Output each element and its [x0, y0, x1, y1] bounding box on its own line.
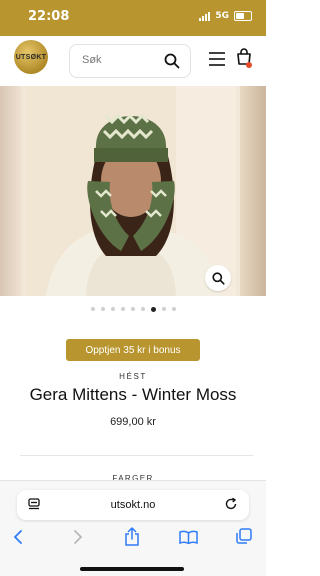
- gallery-dot[interactable]: [171, 307, 176, 311]
- brand-logo[interactable]: UTSØKT: [14, 40, 48, 74]
- gallery-dot[interactable]: [140, 307, 145, 311]
- zoom-icon: [211, 271, 225, 285]
- bookmarks-icon[interactable]: [179, 530, 198, 544]
- logo-text: UTSØKT: [15, 53, 47, 61]
- browser-nav: [0, 525, 266, 553]
- gallery-next-slide[interactable]: [240, 86, 266, 296]
- menu-icon[interactable]: [208, 52, 226, 66]
- reload-icon[interactable]: [224, 497, 238, 511]
- product-brand[interactable]: HÉST: [0, 372, 266, 381]
- gallery-prev-slide[interactable]: [0, 86, 22, 296]
- product-title: Gera Mittens - Winter Moss: [29, 385, 237, 404]
- home-indicator: [80, 567, 184, 571]
- status-time: 22:08: [28, 9, 70, 24]
- search-placeholder: Søk: [82, 54, 102, 66]
- product-gallery[interactable]: [0, 86, 266, 296]
- product-price: 699,00 kr: [110, 416, 156, 428]
- gallery-dot[interactable]: [120, 307, 125, 311]
- divider: [20, 455, 253, 456]
- network-label: 5G: [215, 11, 229, 21]
- gallery-dot[interactable]: [100, 307, 105, 311]
- gallery-dot[interactable]: [150, 306, 156, 312]
- search-input[interactable]: Søk: [69, 44, 191, 78]
- share-icon[interactable]: [124, 527, 140, 546]
- gallery-pagination[interactable]: [0, 306, 266, 312]
- zoom-button[interactable]: [205, 265, 231, 291]
- gallery-dot[interactable]: [161, 307, 166, 311]
- back-icon[interactable]: [12, 529, 26, 545]
- battery-icon: [234, 11, 252, 21]
- cart-badge: [246, 62, 252, 68]
- gallery-dot[interactable]: [90, 307, 95, 311]
- status-bar: 22:08 5G: [0, 0, 266, 36]
- gallery-dot[interactable]: [130, 307, 135, 311]
- forward-icon[interactable]: [70, 529, 84, 545]
- product-photo[interactable]: [26, 86, 236, 296]
- search-icon[interactable]: [164, 53, 180, 69]
- address-bar[interactable]: utsokt.no: [17, 490, 249, 520]
- browser-toolbar: utsokt.no: [0, 480, 266, 576]
- gallery-dot[interactable]: [110, 307, 115, 311]
- site-header: UTSØKT Søk: [0, 36, 266, 86]
- signal-icon: [199, 11, 211, 21]
- url-text: utsokt.no: [110, 499, 156, 511]
- tabs-icon[interactable]: [236, 528, 252, 544]
- status-indicators: 5G: [199, 11, 252, 21]
- bonus-badge: Opptjen 35 kr i bonus: [66, 339, 200, 361]
